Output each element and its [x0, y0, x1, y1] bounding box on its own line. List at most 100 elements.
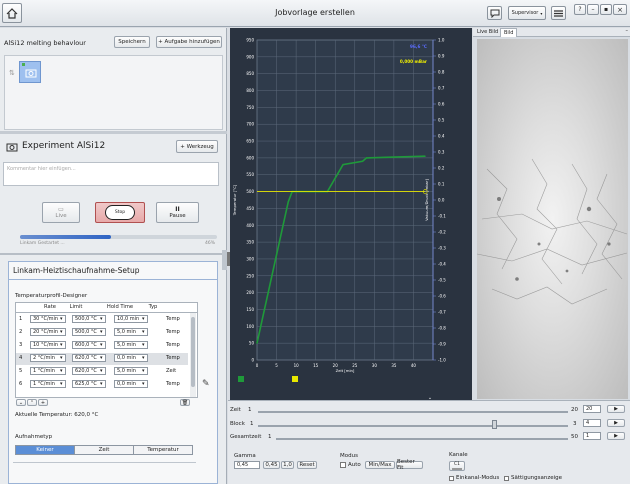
spin-arrow-icon[interactable]: ▾ [142, 368, 145, 374]
title-bar: Jobvorlage erstellen Supervisor ▾ ? – ▪ × [0, 0, 630, 27]
block-spinbox[interactable]: 4 [583, 419, 601, 427]
gamma-preset-button[interactable]: 0,45 [263, 461, 280, 469]
x-axis-label: Zeit [min] [336, 368, 355, 373]
zeit-slider[interactable] [258, 411, 568, 413]
add-task-button[interactable]: + Aufgabe hinzufügen [156, 36, 222, 48]
spin-arrow-icon[interactable]: ▾ [142, 342, 145, 348]
row-type[interactable]: Temp [166, 381, 180, 387]
maximize-button[interactable]: ▪ [600, 4, 612, 15]
close-button[interactable]: × [613, 4, 627, 15]
drag-handle-icon[interactable]: ⇅ [9, 69, 15, 77]
data-point [365, 157, 368, 159]
live-label: Live [55, 213, 67, 219]
zeit-play-button[interactable]: ▶ [607, 405, 625, 413]
spin-arrow-icon[interactable]: ▾ [60, 355, 63, 361]
zeit-spinbox[interactable]: 20 [583, 405, 601, 413]
spin-arrow-icon[interactable]: ▾ [100, 329, 103, 335]
y2-tick-label: 0.5 [438, 118, 445, 123]
gesamtzeit-play-button[interactable]: ▶ [607, 432, 625, 440]
spin-arrow-icon[interactable]: ▾ [100, 368, 103, 374]
auto-checkbox[interactable] [340, 462, 346, 468]
chat-button[interactable] [487, 6, 502, 20]
table-scrollbar-thumb[interactable] [191, 317, 195, 387]
mode-time-button[interactable]: Zeit [74, 446, 133, 454]
image-viewer: Live Bild Bild – [473, 28, 630, 400]
spin-arrow-icon[interactable]: ▾ [60, 316, 63, 322]
spin-arrow-icon[interactable]: ▾ [142, 329, 145, 335]
pencil-icon[interactable]: ✎ [202, 379, 210, 389]
saettigung-checkbox[interactable] [504, 476, 509, 481]
table-scrollbar[interactable] [190, 313, 196, 397]
menu-button[interactable] [551, 6, 566, 20]
x-tick-label: 30 [372, 363, 378, 368]
gamma-one-button[interactable]: 1,0 [281, 461, 294, 469]
einkanal-checkbox[interactable] [449, 476, 454, 481]
table-row[interactable]: 1 30 °C/min ▾ 500,0 °C ▾ 10,0 min ▾ Temp [16, 314, 188, 326]
row-type[interactable]: Temp [166, 355, 180, 361]
pause-button[interactable]: II Pause [156, 202, 199, 223]
help-button[interactable]: ? [574, 4, 586, 15]
channel-c1-button[interactable]: C1 [449, 461, 465, 471]
block-play-button[interactable]: ▶ [607, 419, 625, 427]
block-slider-thumb[interactable] [492, 420, 497, 429]
spin-arrow-icon[interactable]: ▾ [60, 329, 63, 335]
y-tick-label: 850 [246, 71, 254, 76]
mode-temperature-button[interactable]: Temperatur [133, 446, 192, 454]
spin-arrow-icon[interactable]: ▾ [100, 355, 103, 361]
stop-label: Stop [114, 210, 126, 215]
live-button[interactable]: ▭ Live [42, 202, 80, 223]
add-tool-button[interactable]: + Werkzeug [176, 140, 218, 153]
minmax-button[interactable]: Min/Max [365, 461, 395, 469]
block-slider[interactable] [258, 425, 568, 427]
table-row[interactable]: 61 °C/min ▾ 625,0 °C ▾ 0,0 min ▾ Temp [16, 379, 188, 391]
row-type[interactable]: Temp [166, 342, 180, 348]
minimize-button[interactable]: – [587, 4, 599, 15]
row-type[interactable]: Temp [166, 316, 180, 322]
table-up-button[interactable]: ⌃ [27, 399, 37, 406]
y2-tick-label: -0.7 [438, 310, 446, 315]
table-row[interactable]: 2 20 °C/min ▾ 500,0 °C ▾ 5,0 min ▾ Temp [16, 327, 188, 339]
table-delete-button[interactable]: 🗑 [180, 399, 190, 406]
spin-arrow-icon[interactable]: ▾ [100, 316, 103, 322]
mode-none-button[interactable]: Keiner [16, 446, 74, 454]
viewer-collapse-icon[interactable]: – [626, 28, 629, 34]
row-number: 5 [19, 368, 23, 374]
tab-live-image[interactable]: Live Bild [475, 29, 500, 35]
window-title: Jobvorlage erstellen [275, 8, 355, 17]
mode-segmented: Keiner Zeit Temperatur [15, 445, 193, 455]
table-row[interactable]: 42 °C/min ▾ 620,0 °C ▾ 0,0 min ▾ Temp [16, 353, 188, 365]
spin-arrow-icon[interactable]: ▾ [142, 316, 145, 322]
column-header: Hold Time [106, 304, 134, 310]
kanale-title: Kanale [449, 452, 468, 458]
gamma-spinbox[interactable]: 0,45 [234, 461, 260, 469]
row-type[interactable]: Zeit [166, 368, 176, 374]
table-down-button[interactable]: ⌄ [16, 399, 26, 406]
spin-arrow-icon[interactable]: ▾ [60, 342, 63, 348]
gesamtzeit-spinbox[interactable]: 1 [583, 432, 601, 440]
spin-arrow-icon[interactable]: ▾ [60, 368, 63, 374]
gesamtzeit-slider[interactable] [276, 438, 568, 440]
row-type[interactable]: Temp [166, 329, 180, 335]
table-row[interactable]: 3 10 °C/min ▾ 600,0 °C ▾ 5,0 min ▾ Temp [16, 340, 188, 352]
legend-swatch [238, 376, 244, 382]
save-button[interactable]: Speichern [114, 36, 150, 48]
x-tick-label: 5 [275, 363, 278, 368]
table-add-button[interactable]: + [38, 399, 48, 406]
home-button[interactable] [2, 3, 22, 23]
comment-field[interactable]: Kommentar hier einfügen... [3, 162, 219, 186]
spin-arrow-icon[interactable]: ▾ [60, 381, 63, 387]
spin-arrow-icon[interactable]: ▾ [142, 381, 145, 387]
tab-image[interactable]: Bild [500, 28, 518, 37]
setup-title: Linkam-Heiztischaufnahme-Setup [13, 266, 140, 275]
einkanal-label: Einkanal-Modus [456, 475, 500, 481]
spin-arrow-icon[interactable]: ▾ [100, 342, 103, 348]
stop-button[interactable]: Stop [95, 202, 145, 223]
best-fit-button[interactable]: Bester Fit [396, 459, 423, 471]
spin-arrow-icon[interactable]: ▾ [142, 355, 145, 361]
task-camera-tile[interactable] [19, 61, 41, 83]
user-dropdown[interactable]: Supervisor ▾ [508, 6, 546, 20]
table-row[interactable]: 51 °C/min ▾ 620,0 °C ▾ 5,0 min ▾ Zeit [16, 366, 188, 378]
spin-arrow-icon[interactable]: ▾ [100, 381, 103, 387]
reset-button[interactable]: Reset [297, 461, 317, 469]
y-tick-label: 100 [246, 324, 254, 329]
